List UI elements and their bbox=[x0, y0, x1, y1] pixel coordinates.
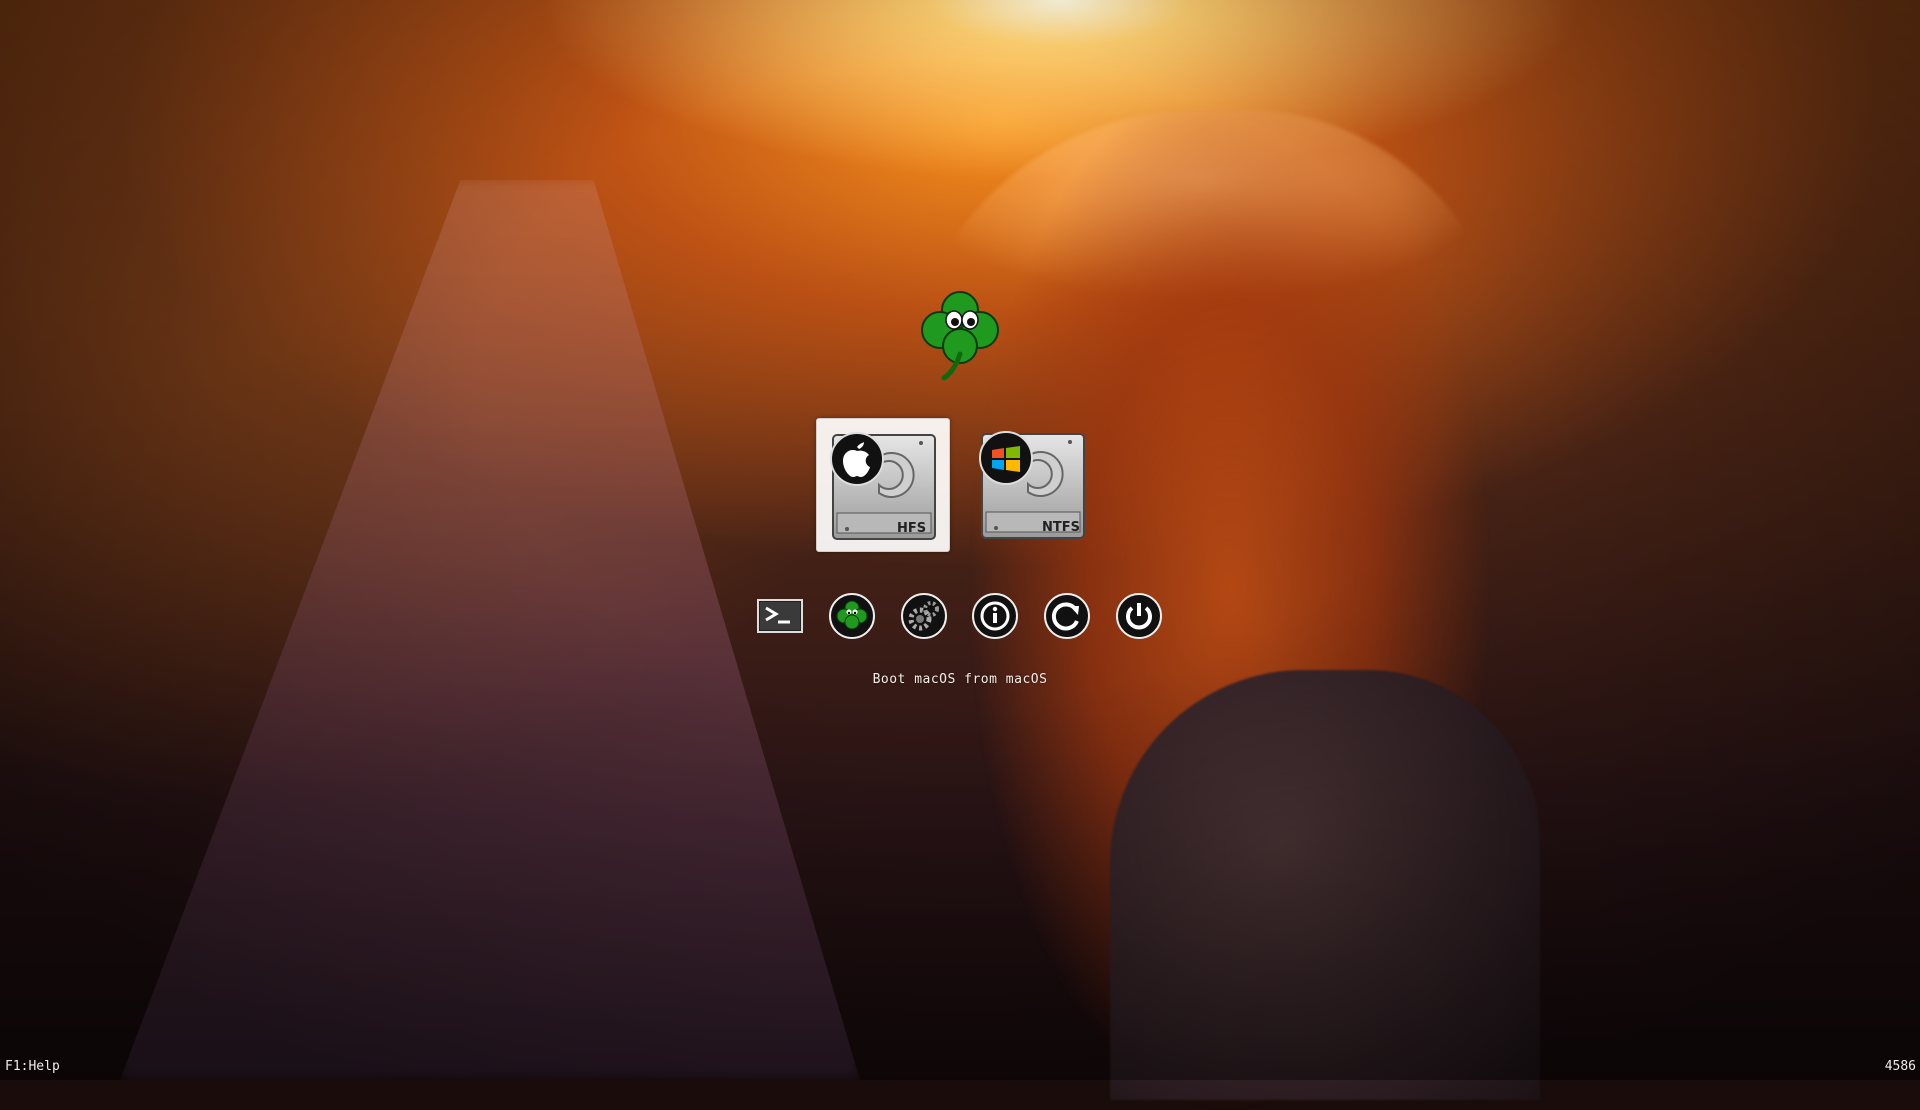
reset-button[interactable] bbox=[1043, 592, 1091, 640]
settings-button[interactable] bbox=[900, 592, 948, 640]
about-info-icon bbox=[972, 593, 1018, 639]
volume-fs-label: HFS bbox=[897, 521, 927, 536]
clover-logo-icon bbox=[910, 282, 1010, 382]
wallpaper-vignette bbox=[0, 0, 1920, 1080]
clover-options-icon bbox=[829, 593, 875, 639]
boot-status-text: Boot macOS from macOS bbox=[872, 672, 1048, 687]
volume-macos-hfs[interactable]: HFS bbox=[816, 418, 950, 552]
shell-button[interactable] bbox=[756, 592, 804, 640]
reset-icon bbox=[1044, 593, 1090, 639]
volume-windows-ntfs[interactable]: NTFS bbox=[966, 418, 1100, 552]
settings-gear-icon bbox=[901, 593, 947, 639]
clover-options-button[interactable] bbox=[828, 592, 876, 640]
about-button[interactable] bbox=[971, 592, 1019, 640]
power-off-button[interactable] bbox=[1115, 592, 1163, 640]
help-hint: F1:Help bbox=[5, 1059, 60, 1074]
volume-fs-label: NTFS bbox=[1042, 520, 1080, 535]
power-off-icon bbox=[1116, 593, 1162, 639]
shell-icon bbox=[757, 599, 803, 633]
revision-number: 4586 bbox=[1884, 1059, 1916, 1074]
